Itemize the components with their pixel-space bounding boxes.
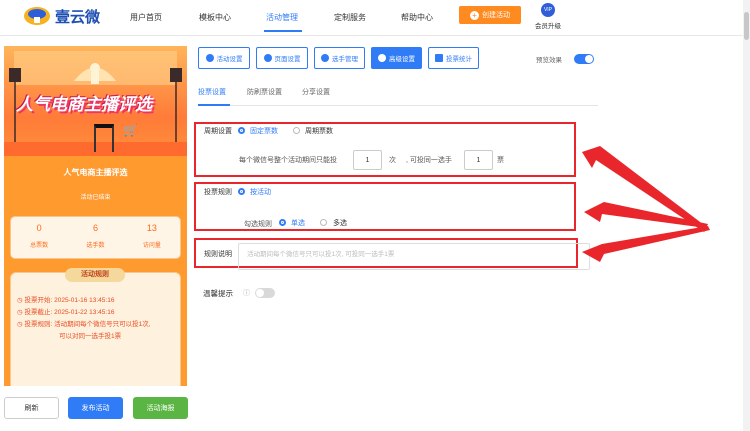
bar-chart-icon — [435, 54, 443, 62]
tabs-divider — [198, 105, 598, 106]
radio-single-choice[interactable] — [279, 219, 286, 226]
page-scrollbar[interactable] — [743, 0, 750, 431]
preview-label: 预览效果 — [536, 57, 562, 64]
poster-button[interactable]: 活动海报 — [133, 397, 188, 419]
logo-icon — [22, 5, 52, 27]
scrollbar-thumb[interactable] — [744, 12, 749, 40]
vip-upgrade[interactable]: VIP 会员升级 — [532, 3, 564, 30]
create-activity-label: 创建活动 — [482, 12, 510, 19]
radio-multi-choice[interactable] — [320, 219, 327, 226]
vote-statistics-button[interactable]: 投票统计 — [428, 47, 479, 69]
rule-start-time: ◷ 投票开始: 2025-01-16 13:45:16 — [17, 297, 115, 304]
camera-icon — [94, 124, 114, 152]
tip-toggle[interactable] — [255, 288, 275, 298]
cycle-label: 周期设置 — [204, 128, 232, 135]
advanced-settings-button[interactable]: 高级设置 — [371, 47, 422, 69]
plus-icon: + — [470, 10, 479, 20]
activity-settings-button[interactable]: 活动设置 — [198, 47, 250, 69]
by-activity-label[interactable]: 按活动 — [250, 187, 271, 197]
tab-active-underline — [198, 104, 230, 106]
banner-title: 人气电商主播评选 — [16, 95, 152, 114]
rules-heading: 活动规则 — [65, 268, 125, 282]
nav-home[interactable]: 用户首页 — [130, 12, 162, 23]
stat-contestants: 6 选手数 — [86, 223, 105, 249]
vote-times-input[interactable]: 1 — [353, 150, 382, 170]
multi-choice-label[interactable]: 多选 — [333, 218, 347, 228]
vip-label: 会员升级 — [535, 23, 561, 30]
tab-vote-settings[interactable]: 投票设置 — [198, 87, 226, 97]
stat-visits: 13 访问量 — [142, 223, 161, 249]
activity-rules-card: 活动规则 ◷ 投票开始: 2025-01-16 13:45:16 ◷ 投票截止:… — [10, 268, 181, 386]
radio-by-activity[interactable] — [238, 188, 245, 195]
gear-icon — [263, 54, 272, 62]
phone-preview: 人气电商主播评选 🛒 人气电商主播评选 活动已结束 0 总票数 6 选手数 13 访问… — [4, 46, 187, 386]
nav-templates[interactable]: 模板中心 — [199, 12, 231, 23]
cycle-unit-2: 票 — [497, 157, 504, 164]
stat-total-votes: 0 总票数 — [30, 223, 49, 249]
same-contestant-votes-input[interactable]: 1 — [464, 150, 493, 170]
page-settings-button[interactable]: 页面设置 — [256, 47, 308, 69]
rule-description-input[interactable]: 活动期间每个微信号只可以投1次, 可投同一选手1票 — [238, 243, 590, 270]
logo[interactable]: 壹云微 — [22, 5, 100, 27]
nav-custom-service[interactable]: 定制服务 — [334, 12, 366, 23]
settings-icon — [205, 54, 214, 62]
activity-status: 活动已结束 — [80, 195, 111, 201]
vote-rule-label: 投票规则 — [204, 189, 232, 196]
tab-share-settings[interactable]: 分享设置 — [302, 87, 330, 97]
fixed-votes-label[interactable]: 固定票数 — [250, 126, 278, 136]
rule-end-time: ◷ 投票截止: 2025-01-22 13:45:16 — [17, 309, 115, 316]
activity-stats: 0 总票数 6 选手数 13 访问量 — [10, 216, 181, 259]
annotation-arrows — [582, 146, 710, 262]
refresh-button[interactable]: 刷新 — [4, 397, 59, 419]
tip-label: 温馨提示 — [203, 289, 233, 298]
users-icon — [321, 54, 329, 62]
nav-active-indicator — [264, 30, 302, 32]
vip-icon: VIP — [541, 3, 555, 17]
radio-fixed-votes[interactable] — [238, 127, 245, 134]
activity-title: 人气电商主播评选 — [63, 168, 128, 177]
nav-activity-management[interactable]: 活动管理 — [266, 12, 298, 23]
cycle-unit-1: 次 — [389, 157, 396, 164]
contestant-management-button[interactable]: 选手管理 — [314, 47, 365, 69]
top-navigation-bar: 壹云微 用户首页 模板中心 活动管理 定制服务 帮助中心 + 创建活动 VIP … — [0, 0, 750, 36]
preview-toggle[interactable] — [574, 54, 594, 64]
sliders-icon — [378, 54, 386, 62]
publish-button[interactable]: 发布活动 — [68, 397, 123, 419]
check-rule-label: 勾选规则 — [244, 221, 272, 228]
rule-description-label: 规则说明 — [204, 251, 232, 258]
question-icon[interactable]: ⓘ — [243, 288, 250, 298]
create-activity-button[interactable]: + 创建活动 — [459, 6, 521, 24]
tab-anti-cheat[interactable]: 防刷票设置 — [247, 87, 282, 97]
rule-vote-rule: ◷ 投票规则: 活动期间每个微信号只可以投1次, — [17, 321, 151, 328]
preview-banner: 人气电商主播评选 🛒 — [4, 46, 187, 156]
nav-help[interactable]: 帮助中心 — [401, 12, 433, 23]
cart-icon: 🛒 — [123, 123, 138, 137]
logo-text: 壹云微 — [55, 8, 101, 26]
single-choice-label[interactable]: 单选 — [291, 218, 305, 228]
cycle-votes-label[interactable]: 周期票数 — [305, 126, 333, 136]
radio-cycle-votes[interactable] — [293, 127, 300, 134]
rule-vote-rule-cont: 可以对同一选手投1票 — [59, 333, 122, 340]
cycle-text-2: , 可投同一选手 — [406, 157, 452, 164]
cycle-text-1: 每个微信号整个活动期间只能投 — [239, 157, 337, 164]
